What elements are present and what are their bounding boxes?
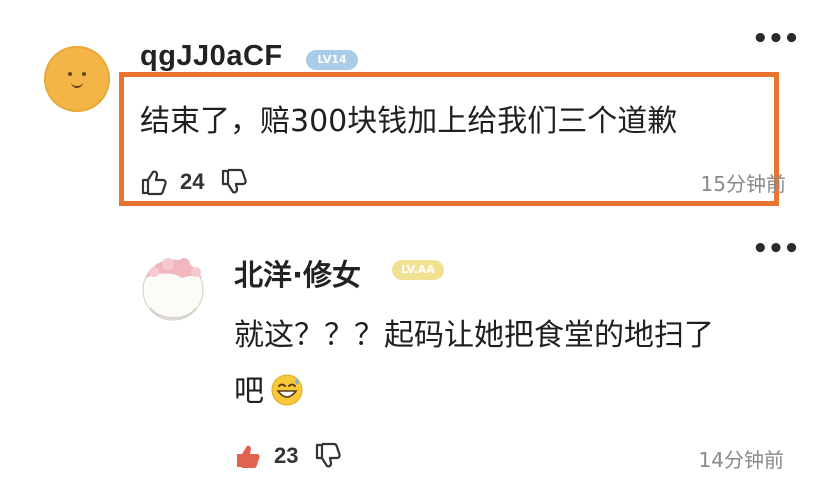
- more-dots-icon[interactable]: •••: [752, 26, 800, 52]
- timestamp: 15分钟前: [700, 172, 786, 196]
- username[interactable]: 北洋·修女: [234, 252, 361, 294]
- more-dots-icon[interactable]: •••: [752, 236, 800, 262]
- level-badge: LV14: [306, 50, 358, 70]
- comment-text: 就这？？？起码让她把食堂的地扫了 吧: [234, 308, 794, 420]
- comment-actions: 23: [234, 440, 342, 472]
- level-badge: LV.AA: [392, 260, 444, 280]
- timestamp: 14分钟前: [698, 448, 784, 472]
- thumbs-down-icon[interactable]: [220, 168, 248, 196]
- thumbs-up-icon[interactable]: [140, 168, 168, 196]
- avatar-mouth: [71, 80, 83, 88]
- thumbs-down-icon[interactable]: [314, 442, 342, 470]
- username[interactable]: qgJJ0aCF: [140, 40, 283, 73]
- avatar[interactable]: [138, 252, 208, 322]
- comment-actions: 24: [140, 166, 248, 198]
- thumbs-up-icon[interactable]: [234, 442, 262, 470]
- comment-text-tail: 吧: [234, 374, 264, 409]
- like-count: 24: [180, 169, 205, 194]
- avatar-eye: [82, 72, 86, 76]
- avatar[interactable]: [44, 46, 110, 112]
- comment-text-line: 吧: [234, 364, 794, 420]
- grinning-sweat-emoji: [271, 374, 303, 406]
- comment-text-line: 就这？？？起码让她把食堂的地扫了: [234, 318, 714, 353]
- comment-text: 结束了，赔300块钱加上给我们三个道歉: [140, 104, 678, 139]
- like-count: 23: [274, 443, 299, 468]
- avatar-eye: [68, 72, 72, 76]
